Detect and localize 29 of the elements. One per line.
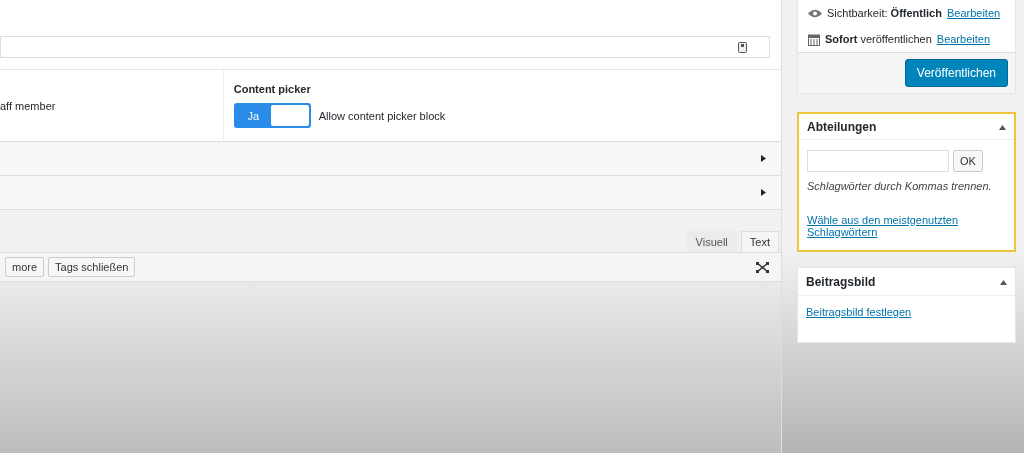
tag-cloud-link[interactable]: Wähle aus den meistgenutzten Schlagwörtern — [807, 214, 1006, 238]
box-title: Beitragsbild — [806, 274, 876, 289]
hint-text: Schlagwörter durch Kommas trennen. — [807, 180, 993, 192]
edit-link[interactable]: Bearbeiten — [946, 7, 1001, 19]
edit-link[interactable]: Bearbeiten — [936, 33, 990, 45]
ok-button[interactable]: OK — [953, 150, 983, 172]
expand-arrow-icon[interactable] — [760, 155, 767, 162]
field-label: Content picker — [233, 83, 312, 95]
visibility-text: Sichtbarkeit: Öffentlich — [827, 7, 942, 19]
collapse-arrow-icon[interactable] — [1000, 278, 1007, 286]
editor-tab[interactable]: Visuell — [686, 231, 737, 252]
field-description: aff member — [0, 99, 57, 112]
clipboard-icon[interactable] — [738, 41, 747, 53]
fullscreen-icon[interactable] — [756, 261, 769, 273]
url-field[interactable] — [0, 36, 770, 58]
tag-input[interactable] — [807, 150, 949, 172]
set-image-link[interactable]: Beitragsbild festlegen — [806, 306, 1007, 318]
expand-arrow-icon[interactable] — [760, 189, 767, 196]
toolbar-button[interactable]: more — [5, 257, 45, 277]
schedule-text: Sofort veröffentlichen — [825, 33, 932, 45]
box-title: Abteilungen — [807, 119, 877, 134]
calendar-icon — [808, 32, 820, 46]
editor-tab[interactable]: Text — [740, 231, 779, 252]
collapse-arrow-icon[interactable] — [999, 123, 1006, 131]
toggle-switch[interactable]: Ja — [233, 103, 311, 128]
toolbar-button[interactable]: Tags schließen — [48, 257, 136, 277]
eye-icon — [808, 8, 822, 18]
field-description: Allow content picker block — [318, 109, 446, 122]
publish-button[interactable]: Veröffentlichen — [904, 59, 1008, 87]
